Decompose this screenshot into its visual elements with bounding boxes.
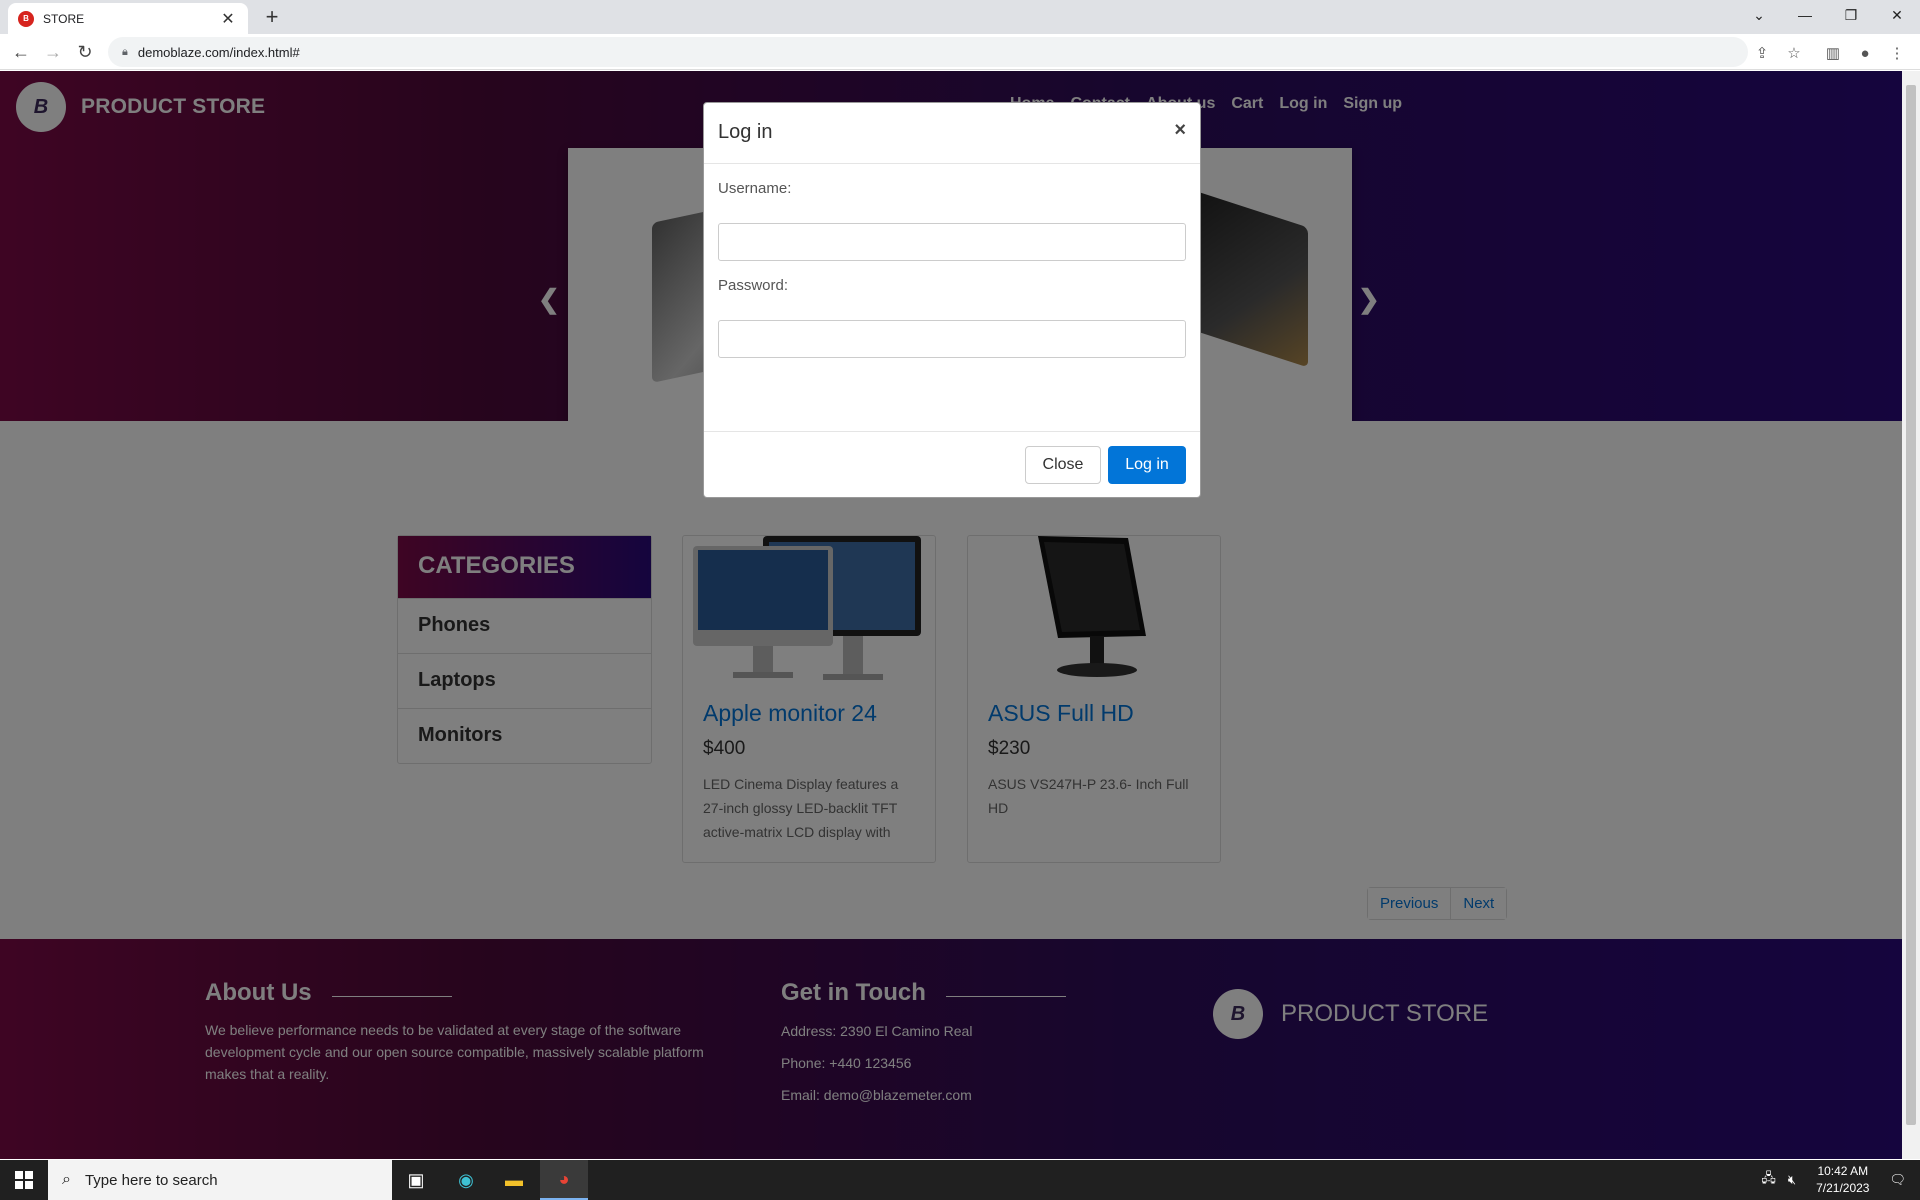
modal-footer: Close Log in [704,432,1200,498]
notifications-icon[interactable]: 🗨︎ [1889,1172,1906,1188]
close-icon[interactable]: × [1174,119,1186,142]
password-input[interactable] [718,320,1186,358]
browser-toolbar: ← → ↻ 🔒︎ demoblaze.com/index.html# ⇪ ☆ ▥… [0,34,1920,70]
favicon-icon: B [18,10,34,27]
share-icon[interactable]: ⇪ [1751,42,1773,64]
windows-start-icon[interactable] [0,1160,48,1200]
modal-title: Log in [718,121,773,143]
clock[interactable]: 10:42 AM 7/21/2023 [1816,1163,1869,1197]
page-viewport: B PRODUCT STORE Home Contact About us Ca… [0,71,1902,1159]
bookmark-star-icon[interactable]: ☆ [1783,42,1805,64]
new-tab-button[interactable]: + [258,4,286,32]
close-button[interactable]: Close [1025,446,1101,484]
login-modal: Log in × Username: Password: Close Log i… [703,102,1201,498]
taskbar-search[interactable]: ⌕ Type here to search [48,1160,392,1200]
back-icon[interactable]: ← [8,39,34,65]
username-input[interactable] [718,223,1186,261]
tab-title: STORE [43,11,85,26]
file-explorer-icon[interactable]: ▬ [490,1160,538,1200]
windows-taskbar: ⌕ Type here to search ▣ ◉ ▬ ◕ 🖧︎ 🔇︎ 10:4… [0,1160,1920,1200]
taskbar-search-placeholder: Type here to search [84,1171,218,1189]
system-tray: 🖧︎ 🔇︎ 10:42 AM 7/21/2023 🗨︎ [1755,1160,1920,1200]
tab-search-icon[interactable]: ⌄ [1736,0,1782,30]
edge-icon[interactable]: ◉ [442,1160,490,1200]
side-panel-icon[interactable]: ▥ [1822,42,1844,64]
task-view-icon[interactable]: ▣ [392,1160,440,1200]
close-window-button[interactable]: ✕ [1874,0,1920,30]
login-button[interactable]: Log in [1108,446,1186,484]
address-bar[interactable]: 🔒︎ demoblaze.com/index.html# [108,37,1748,67]
tab-close-icon[interactable]: ✕ [218,9,238,29]
network-icon[interactable]: 🖧︎ [1761,1169,1776,1191]
forward-icon[interactable]: → [40,39,66,65]
username-label: Username: [718,180,792,197]
browser-tab[interactable]: B STORE ✕ [8,3,248,34]
profile-icon[interactable]: ● [1854,42,1876,64]
clock-date: 7/21/2023 [1816,1181,1870,1195]
menu-kebab-icon[interactable]: ⋮ [1886,42,1908,64]
clock-time: 10:42 AM [1817,1164,1869,1178]
volume-muted-icon[interactable]: 🔇︎ [1788,1172,1796,1188]
chrome-icon[interactable]: ◕ [540,1160,588,1200]
search-icon: ⌕ [62,1171,71,1188]
url-text: demoblaze.com/index.html# [137,44,300,60]
modal-body: Username: Password: [704,164,1200,432]
browser-tab-bar: B STORE ✕ + ⌄ — ❐ ✕ [0,0,1920,34]
restore-button[interactable]: ❐ [1828,0,1874,30]
password-label: Password: [718,277,789,294]
lock-icon: 🔒︎ [122,45,128,58]
reload-icon[interactable]: ↻ [72,39,98,65]
page-scrollbar[interactable] [1902,71,1920,1159]
scrollbar-thumb[interactable] [1906,85,1916,1125]
minimize-button[interactable]: — [1782,0,1828,30]
modal-header: Log in × [704,103,1200,164]
